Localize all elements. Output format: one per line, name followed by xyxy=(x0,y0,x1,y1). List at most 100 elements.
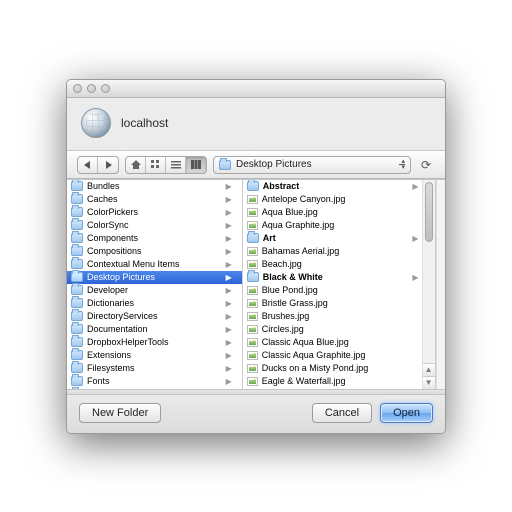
list-item[interactable]: ColorSync ▶ xyxy=(67,219,242,232)
open-button[interactable]: Open xyxy=(380,403,433,423)
item-label: Circles.jpg xyxy=(262,324,304,334)
list-item[interactable]: Caches ▶ xyxy=(67,193,242,206)
folder-icon xyxy=(71,363,83,373)
item-label: ColorSync xyxy=(87,220,129,230)
folder-icon xyxy=(219,160,231,170)
reload-button[interactable]: ⟳ xyxy=(417,158,435,172)
list-item[interactable]: Dictionaries ▶ xyxy=(67,297,242,310)
folder-icon xyxy=(71,194,83,204)
list-item[interactable]: DirectoryServices ▶ xyxy=(67,310,242,323)
list-item[interactable]: Aqua Graphite.jpg xyxy=(243,219,435,232)
list-item[interactable]: Classic Aqua Blue.jpg xyxy=(243,336,435,349)
item-label: Bristle Grass.jpg xyxy=(262,298,328,308)
list-item[interactable]: Brushes.jpg xyxy=(243,310,435,323)
image-icon xyxy=(247,364,258,373)
list-item[interactable]: Documentation ▶ xyxy=(67,323,242,336)
new-folder-button[interactable]: New Folder xyxy=(79,403,161,423)
item-label: Caches xyxy=(87,194,118,204)
disclosure-arrow-icon: ▶ xyxy=(226,221,232,230)
folder-icon xyxy=(71,350,83,360)
scrollbar[interactable]: ▲ ▼ xyxy=(422,180,435,389)
list-item[interactable]: Antelope Canyon.jpg xyxy=(243,193,435,206)
list-item[interactable]: Circles.jpg xyxy=(243,323,435,336)
item-label: Aqua Blue.jpg xyxy=(262,207,318,217)
forward-button[interactable] xyxy=(98,157,118,173)
folder-icon xyxy=(71,246,83,256)
item-label: Extensions xyxy=(87,350,131,360)
list-item[interactable]: Blue Pond.jpg xyxy=(243,284,435,297)
back-button[interactable] xyxy=(78,157,98,173)
disclosure-arrow-icon: ▶ xyxy=(226,364,232,373)
list-item[interactable]: Developer ▶ xyxy=(67,284,242,297)
list-item[interactable]: Classic Aqua Graphite.jpg xyxy=(243,349,435,362)
list-item[interactable]: Components ▶ xyxy=(67,232,242,245)
item-label: Fonts xyxy=(87,376,110,386)
list-item[interactable]: Bristle Grass.jpg xyxy=(243,297,435,310)
image-icon xyxy=(247,208,258,217)
item-label: Art xyxy=(263,233,276,243)
item-label: Developer xyxy=(87,285,128,295)
item-label: Dictionaries xyxy=(87,298,134,308)
folder-icon xyxy=(247,233,259,243)
nav-seg xyxy=(77,156,119,174)
item-label: Bundles xyxy=(87,181,120,191)
minimize-window-button[interactable] xyxy=(87,84,96,93)
scroll-thumb[interactable] xyxy=(425,182,433,242)
list-item[interactable]: Desktop Pictures ▶ xyxy=(67,271,242,284)
column-view-button[interactable] xyxy=(186,157,206,173)
list-item[interactable]: DropboxHelperTools ▶ xyxy=(67,336,242,349)
close-window-button[interactable] xyxy=(73,84,82,93)
list-item[interactable]: Beach.jpg xyxy=(243,258,435,271)
item-label: Documentation xyxy=(87,324,148,334)
list-item[interactable]: Eagle & Waterfall.jpg xyxy=(243,375,435,388)
zoom-window-button[interactable] xyxy=(101,84,110,93)
cancel-button[interactable]: Cancel xyxy=(312,403,372,423)
home-button[interactable] xyxy=(126,157,146,173)
list-item[interactable]: Bundles ▶ xyxy=(67,180,242,193)
item-label: ColorPickers xyxy=(87,207,138,217)
list-item[interactable]: Abstract▶ xyxy=(243,180,435,193)
list-item[interactable]: ColorPickers ▶ xyxy=(67,206,242,219)
path-popup[interactable]: Desktop Pictures ▴▾ xyxy=(213,156,411,174)
list-item[interactable]: Ducks on a Misty Pond.jpg xyxy=(243,362,435,375)
list-item[interactable]: Bahamas Aerial.jpg xyxy=(243,245,435,258)
disclosure-arrow-icon: ▶ xyxy=(226,195,232,204)
list-item[interactable]: Contextual Menu Items ▶ xyxy=(67,258,242,271)
disclosure-arrow-icon: ▶ xyxy=(226,260,232,269)
folder-icon xyxy=(71,272,83,282)
disclosure-arrow-icon: ▶ xyxy=(412,273,418,282)
list-item[interactable]: Fonts ▶ xyxy=(67,375,242,388)
list-item[interactable]: Compositions ▶ xyxy=(67,245,242,258)
dialog-header: localhost xyxy=(67,98,445,151)
image-icon xyxy=(247,260,258,269)
list-item[interactable]: Frameworks ▶ xyxy=(67,388,242,389)
column-2[interactable]: Abstract▶Antelope Canyon.jpg Aqua Blue.jp… xyxy=(243,180,436,389)
list-item[interactable]: Aqua Blue.jpg xyxy=(243,206,435,219)
disclosure-arrow-icon: ▶ xyxy=(226,325,232,334)
folder-icon xyxy=(71,311,83,321)
item-label: Filesystems xyxy=(87,363,135,373)
list-item[interactable]: Art▶ xyxy=(243,232,435,245)
list-item[interactable]: Extensions ▶ xyxy=(67,349,242,362)
column-1[interactable]: Bundles ▶ Caches ▶ ColorPickers ▶ ColorS… xyxy=(67,180,243,389)
list-item[interactable]: Black & White▶ xyxy=(243,271,435,284)
folder-icon xyxy=(71,181,83,191)
folder-icon xyxy=(71,324,83,334)
titlebar[interactable] xyxy=(67,80,445,98)
item-label: Antelope Canyon.jpg xyxy=(262,194,346,204)
icon-view-button[interactable] xyxy=(146,157,166,173)
item-label: DropboxHelperTools xyxy=(87,337,169,347)
image-icon xyxy=(247,247,258,256)
item-label: Brushes.jpg xyxy=(262,311,310,321)
column-resize-handle[interactable] xyxy=(436,180,445,389)
scroll-up-button[interactable]: ▲ xyxy=(423,363,435,376)
scroll-down-button[interactable]: ▼ xyxy=(423,376,435,389)
list-item[interactable]: Earth and Moon.jpg xyxy=(243,388,435,389)
list-item[interactable]: Filesystems ▶ xyxy=(67,362,242,375)
folder-icon xyxy=(71,337,83,347)
disclosure-arrow-icon: ▶ xyxy=(226,208,232,217)
list-view-button[interactable] xyxy=(166,157,186,173)
folder-icon xyxy=(71,376,83,386)
network-globe-icon xyxy=(81,108,111,138)
image-icon xyxy=(247,312,258,321)
